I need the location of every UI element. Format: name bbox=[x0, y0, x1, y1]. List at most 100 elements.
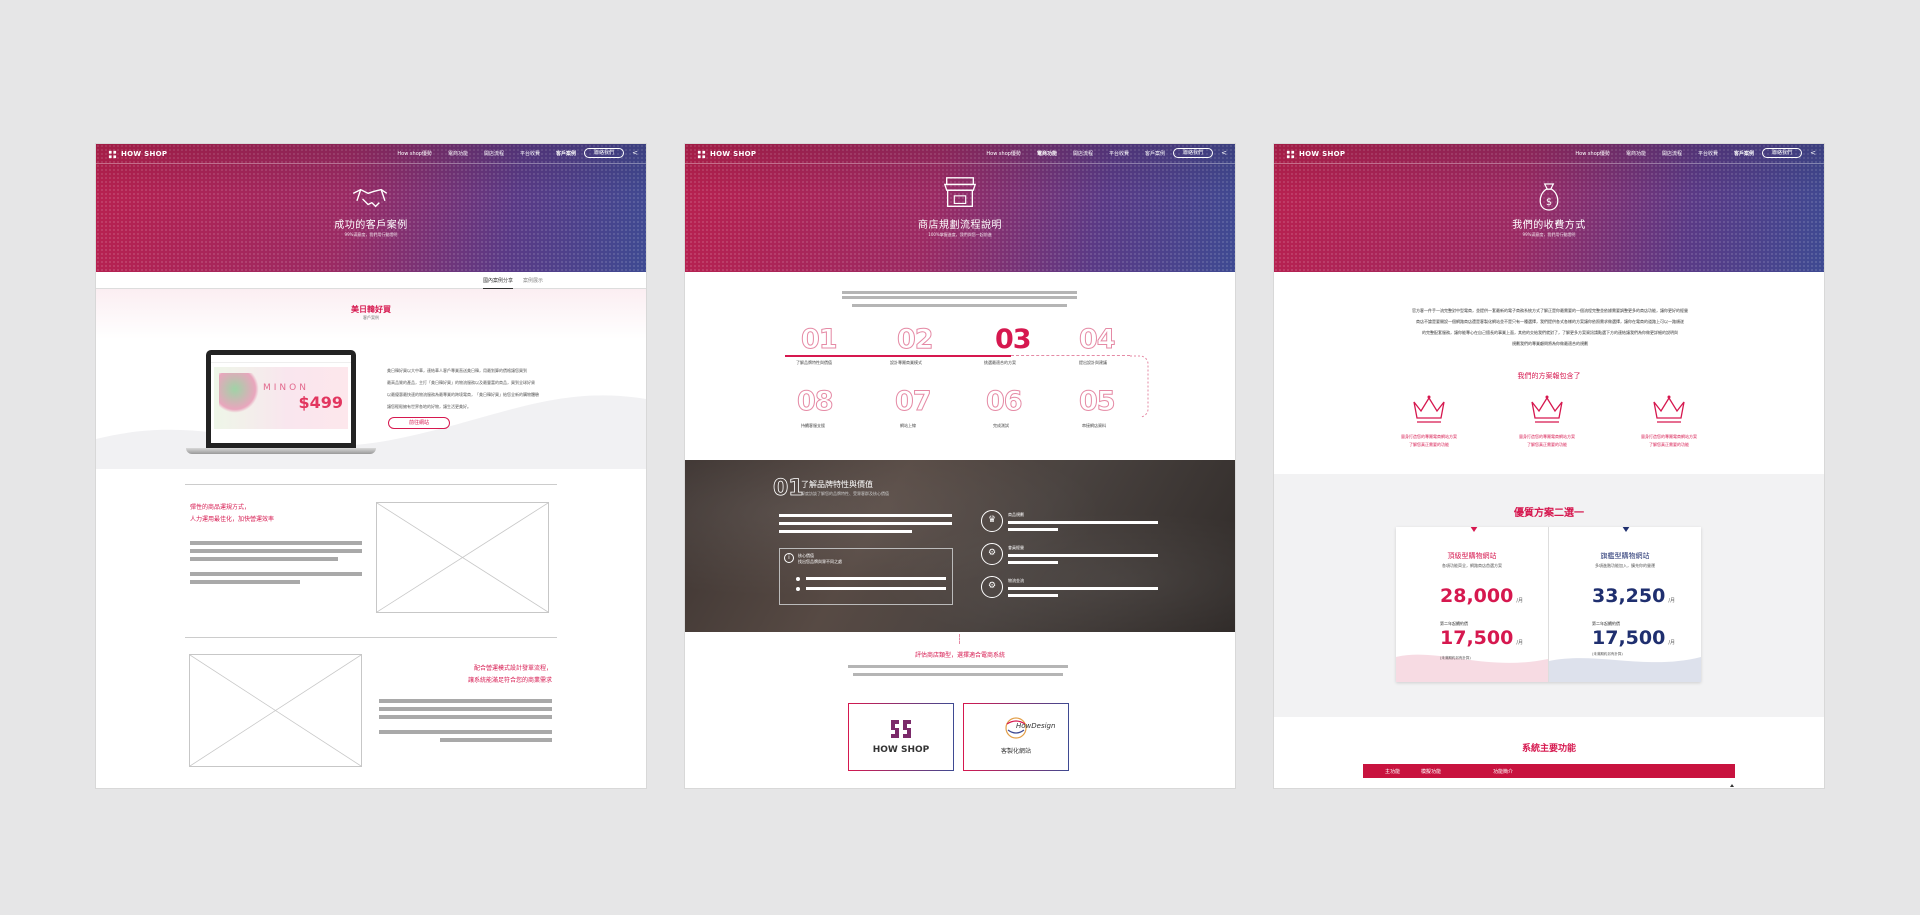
text-placeholder bbox=[842, 296, 1077, 299]
text-placeholder bbox=[1008, 561, 1058, 564]
bullet-dot bbox=[796, 587, 800, 591]
info-icon: i bbox=[784, 553, 794, 563]
bullet-dot bbox=[796, 577, 800, 581]
pricing-intro: 官方客一件手一流完整對中型電商，並提供一套最新的電子商務系統方式了解正是你最需要… bbox=[1394, 305, 1706, 349]
text-placeholder bbox=[779, 514, 952, 517]
contact-button[interactable]: 聯絡我們 bbox=[584, 148, 624, 158]
detail-box-label: 找出您品牌與眾不同之處 bbox=[798, 559, 842, 564]
brand-logo[interactable]: HOW SHOP bbox=[1286, 149, 1345, 159]
nav-item-features[interactable]: 電商功能 bbox=[448, 150, 468, 157]
plan-note: (未滿期約另有計算) bbox=[1592, 652, 1623, 656]
text-placeholder bbox=[379, 715, 552, 719]
plan-marker bbox=[1470, 527, 1478, 532]
brand-logo[interactable]: HOW SHOP bbox=[697, 149, 756, 159]
plan-price-value: 33,250 bbox=[1592, 585, 1666, 607]
nav-item-features[interactable]: 電商功能 bbox=[1037, 150, 1057, 157]
plan-desc: 各項功能齊全，網路商店首選方案 bbox=[1442, 563, 1502, 568]
nav-item-advantages[interactable]: How shop優勢 bbox=[986, 150, 1021, 157]
hero-title: 我們的收費方式 bbox=[1512, 220, 1586, 231]
brand-name: HOW SHOP bbox=[710, 150, 757, 158]
step-number: 04 bbox=[1079, 324, 1117, 356]
tab-domestic-cases[interactable]: 國內案例分享 bbox=[483, 277, 514, 289]
plan-renew-value: 17,500 bbox=[1592, 627, 1666, 649]
top-nav: HOW SHOP How shop優勢 電商功能 開店流程 平台收費 客戶案例 … bbox=[685, 144, 1235, 164]
nav-item-cases[interactable]: 客戶案例 bbox=[556, 150, 576, 157]
nav-item-process[interactable]: 開店流程 bbox=[1073, 150, 1093, 157]
text-placeholder bbox=[1008, 594, 1058, 597]
case-desc-line: 以最優惠最快速的物流服務為最專業的跨境電商，「美日韓好買」給您全新的購物體驗 bbox=[387, 392, 539, 397]
nav-item-advantages[interactable]: How shop優勢 bbox=[397, 150, 432, 157]
text-placeholder bbox=[852, 304, 1067, 307]
case-desc-line: 最高品質的產品，主打「美日韓好買」的物流服務以及最豐富的商品，買到全球好貨 bbox=[387, 380, 535, 385]
panel-store-process: HOW SHOP How shop優勢 電商功能 開店流程 平台收費 客戶案例 … bbox=[685, 144, 1235, 788]
nav-item-process[interactable]: 開店流程 bbox=[484, 150, 504, 157]
feature-title-line: 配合營運模式設計發單流程， bbox=[473, 665, 552, 672]
feature-title-2: 配合營運模式設計發單流程， 讓系統能滿足符合您的商業需求 bbox=[468, 663, 552, 687]
step-label: 網站上線 bbox=[900, 423, 916, 428]
step-number-active: 03 bbox=[995, 324, 1032, 355]
crown-caption-line: 量身打造您的專屬電商網站方案 bbox=[1641, 434, 1697, 439]
plan-desc: 多項進階功能加入，擴充你的營運 bbox=[1595, 563, 1655, 568]
crown-caption-line: 了解您真正需要的功能 bbox=[1527, 442, 1567, 447]
brand-mark-icon bbox=[1286, 150, 1295, 158]
hero-title: 成功的客戶案例 bbox=[334, 220, 408, 231]
nav-item-features[interactable]: 電商功能 bbox=[1626, 150, 1646, 157]
text-placeholder bbox=[1008, 528, 1058, 531]
divider bbox=[185, 637, 557, 638]
member-icon: ⚙ bbox=[981, 543, 1003, 565]
brand-logo[interactable]: HOW SHOP bbox=[108, 149, 167, 159]
tab-case-showcase[interactable]: 案例展示 bbox=[523, 277, 543, 284]
intro-line: 商店不論是要開設一個網路商店還是客製化網站並不是只有一種選擇，我們提供各式各樣的… bbox=[1416, 319, 1684, 324]
nav-item-process[interactable]: 開店流程 bbox=[1662, 150, 1682, 157]
contact-button[interactable]: 聯絡我們 bbox=[1173, 148, 1213, 158]
screen-brand: MINON bbox=[263, 383, 309, 393]
nav-menu: How shop優勢 電商功能 開店流程 平台收費 客戶案例 bbox=[1575, 150, 1754, 157]
text-placeholder bbox=[806, 577, 946, 580]
hero-banner: HOW SHOP How shop優勢 電商功能 開店流程 平台收費 客戶案例 … bbox=[96, 144, 646, 272]
custom-site-caption: 客製化網站 bbox=[1000, 748, 1031, 755]
plans-card-wave bbox=[1396, 654, 1701, 682]
nav-item-pricing[interactable]: 平台收費 bbox=[1109, 150, 1129, 157]
share-icon[interactable]: < bbox=[1810, 149, 1816, 157]
crown-icon bbox=[1413, 395, 1445, 423]
nav-item-pricing[interactable]: 平台收費 bbox=[1698, 150, 1718, 157]
detail-title: 了解品牌特性與價值 bbox=[801, 480, 873, 489]
text-placeholder bbox=[779, 530, 912, 533]
plan-includes-title: 我們的方案報包含了 bbox=[1517, 372, 1581, 380]
crown-caption-line: 了解您真正需要的功能 bbox=[1649, 442, 1689, 447]
step-number: 08 bbox=[797, 386, 835, 418]
feature-title-line: 讓系統能滿足符合您的商業需求 bbox=[467, 677, 552, 684]
hero-title: 商店規劃流程說明 bbox=[918, 220, 1002, 231]
nav-item-advantages[interactable]: How shop優勢 bbox=[1575, 150, 1610, 157]
howshop-option-card[interactable]: HOW SHOP bbox=[848, 703, 954, 771]
nav-item-pricing[interactable]: 平台收費 bbox=[520, 150, 540, 157]
top-nav: HOW SHOP How shop優勢 電商功能 開店流程 平台收費 客戶案例 … bbox=[96, 144, 646, 164]
crown-caption: 量身打造您的專屬電商網站方案 了解您真正需要的功能 bbox=[1629, 433, 1709, 449]
svg-text:$: $ bbox=[1546, 197, 1552, 208]
feature-label: 物流金流 bbox=[1008, 578, 1024, 583]
handshake-icon bbox=[352, 188, 388, 208]
panel-customer-cases: HOW SHOP How shop優勢 電商功能 開店流程 平台收費 客戶案例 … bbox=[96, 144, 646, 788]
crown-icon: ♛ bbox=[981, 510, 1003, 532]
intro-line: 規劃我們的專業顧問將為你做最適合的規劃 bbox=[1512, 341, 1588, 346]
nav-item-cases[interactable]: 客戶案例 bbox=[1145, 150, 1165, 157]
cursor-icon bbox=[1730, 784, 1734, 787]
crown-icon bbox=[1653, 395, 1685, 423]
feature-title-line: 彈性的商品運規方式， bbox=[190, 504, 251, 511]
text-placeholder bbox=[1008, 554, 1158, 557]
custom-site-option-card[interactable]: HowDesign 客製化網站 bbox=[963, 703, 1069, 771]
money-bag-icon: $ bbox=[1539, 183, 1559, 211]
visit-site-button[interactable]: 前往網站 bbox=[388, 417, 450, 429]
share-icon[interactable]: < bbox=[1221, 149, 1227, 157]
nav-menu: How shop優勢 電商功能 開店流程 平台收費 客戶案例 bbox=[397, 150, 576, 157]
image-placeholder bbox=[189, 654, 362, 767]
hero-banner: HOW SHOP How shop優勢 電商功能 開店流程 平台收費 客戶案例 … bbox=[1274, 144, 1824, 272]
nav-item-cases[interactable]: 客戶案例 bbox=[1734, 150, 1754, 157]
share-icon[interactable]: < bbox=[632, 149, 638, 157]
brand-name: HOW SHOP bbox=[1299, 150, 1346, 158]
case-tabs: 國內案例分享 案例展示 bbox=[96, 272, 646, 289]
laptop-base bbox=[186, 448, 376, 454]
contact-button[interactable]: 聯絡我們 bbox=[1762, 148, 1802, 158]
text-placeholder bbox=[779, 522, 952, 525]
nav-menu: How shop優勢 電商功能 開店流程 平台收費 客戶案例 bbox=[986, 150, 1165, 157]
